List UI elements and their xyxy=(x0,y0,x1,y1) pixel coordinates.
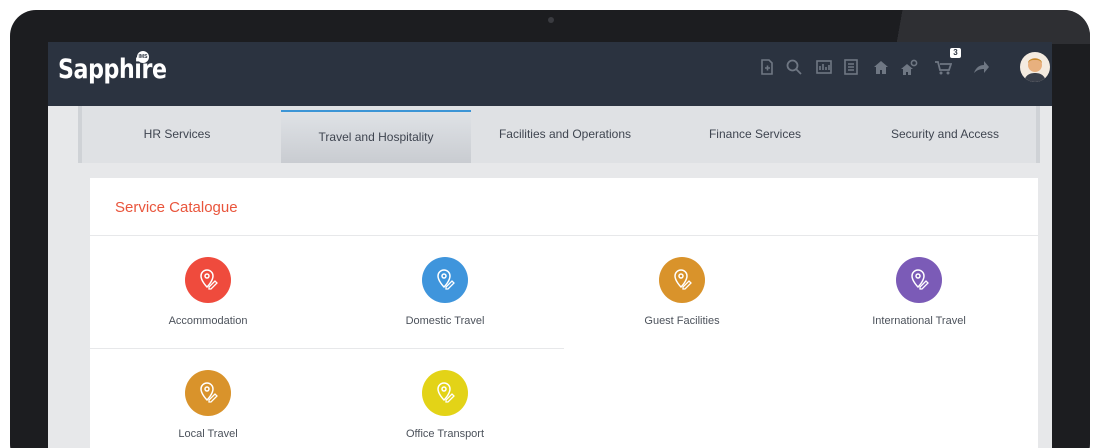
service-label: Domestic Travel xyxy=(405,315,485,327)
divider xyxy=(90,235,1038,236)
service-domestic-travel[interactable]: Domestic Travel xyxy=(327,257,563,337)
page-title: Service Catalogue xyxy=(115,199,238,216)
tab-label: Travel and Hospitality xyxy=(318,130,434,144)
avatar[interactable] xyxy=(1020,52,1050,82)
document-icon[interactable] xyxy=(756,56,778,78)
home-icon[interactable] xyxy=(870,56,892,78)
service-label: International Travel xyxy=(872,315,966,327)
service-local-travel[interactable]: Local Travel xyxy=(90,370,326,448)
bezel-gloss xyxy=(860,10,1090,44)
notification-badge: 3 xyxy=(950,48,961,58)
location-edit-icon xyxy=(896,257,942,303)
app-header: Sapphire IMS 3 xyxy=(48,42,1052,106)
location-edit-icon xyxy=(185,370,231,416)
share-arrow-icon[interactable] xyxy=(970,56,992,78)
divider xyxy=(90,348,564,349)
screen: Sapphire IMS 3 HR Services Travel and Ho… xyxy=(48,42,1052,448)
logo-text: Sapphire xyxy=(58,54,167,85)
camera-dot xyxy=(548,17,554,23)
service-label: Local Travel xyxy=(178,428,238,440)
service-label: Guest Facilities xyxy=(644,315,720,327)
cart-icon[interactable] xyxy=(932,56,954,78)
settings-home-icon[interactable] xyxy=(898,56,920,78)
tab-finance-services[interactable]: Finance Services xyxy=(660,106,850,163)
tab-label: Facilities and Operations xyxy=(498,127,632,141)
service-office-transport[interactable]: Office Transport xyxy=(327,370,563,448)
user-avatar-icon xyxy=(1024,58,1046,82)
tab-label: HR Services xyxy=(143,127,211,141)
tab-hr-services[interactable]: HR Services xyxy=(82,106,272,163)
location-edit-icon xyxy=(659,257,705,303)
logo[interactable]: Sapphire xyxy=(58,50,167,90)
service-accommodation[interactable]: Accommodation xyxy=(90,257,326,337)
logo-badge: IMS xyxy=(137,51,149,63)
service-label: Accommodation xyxy=(168,315,248,327)
tab-facilities-and-operations[interactable]: Facilities and Operations xyxy=(470,106,660,163)
list-icon[interactable] xyxy=(840,56,862,78)
location-edit-icon xyxy=(422,257,468,303)
service-label: Office Transport xyxy=(405,428,485,440)
location-edit-icon xyxy=(422,370,468,416)
service-international-travel[interactable]: International Travel xyxy=(801,257,1037,337)
dashboard-icon[interactable] xyxy=(813,56,835,78)
service-guest-facilities[interactable]: Guest Facilities xyxy=(564,257,800,337)
tab-label: Security and Access xyxy=(890,127,1000,141)
search-icon[interactable] xyxy=(783,56,805,78)
service-catalogue-card: Service Catalogue Accommodation Domestic… xyxy=(90,178,1038,448)
category-tabs: HR Services Travel and Hospitality Facil… xyxy=(78,106,1040,163)
tab-travel-and-hospitality[interactable]: Travel and Hospitality xyxy=(281,110,471,163)
location-edit-icon xyxy=(185,257,231,303)
tab-security-and-access[interactable]: Security and Access xyxy=(850,106,1040,163)
tab-label: Finance Services xyxy=(708,127,802,141)
